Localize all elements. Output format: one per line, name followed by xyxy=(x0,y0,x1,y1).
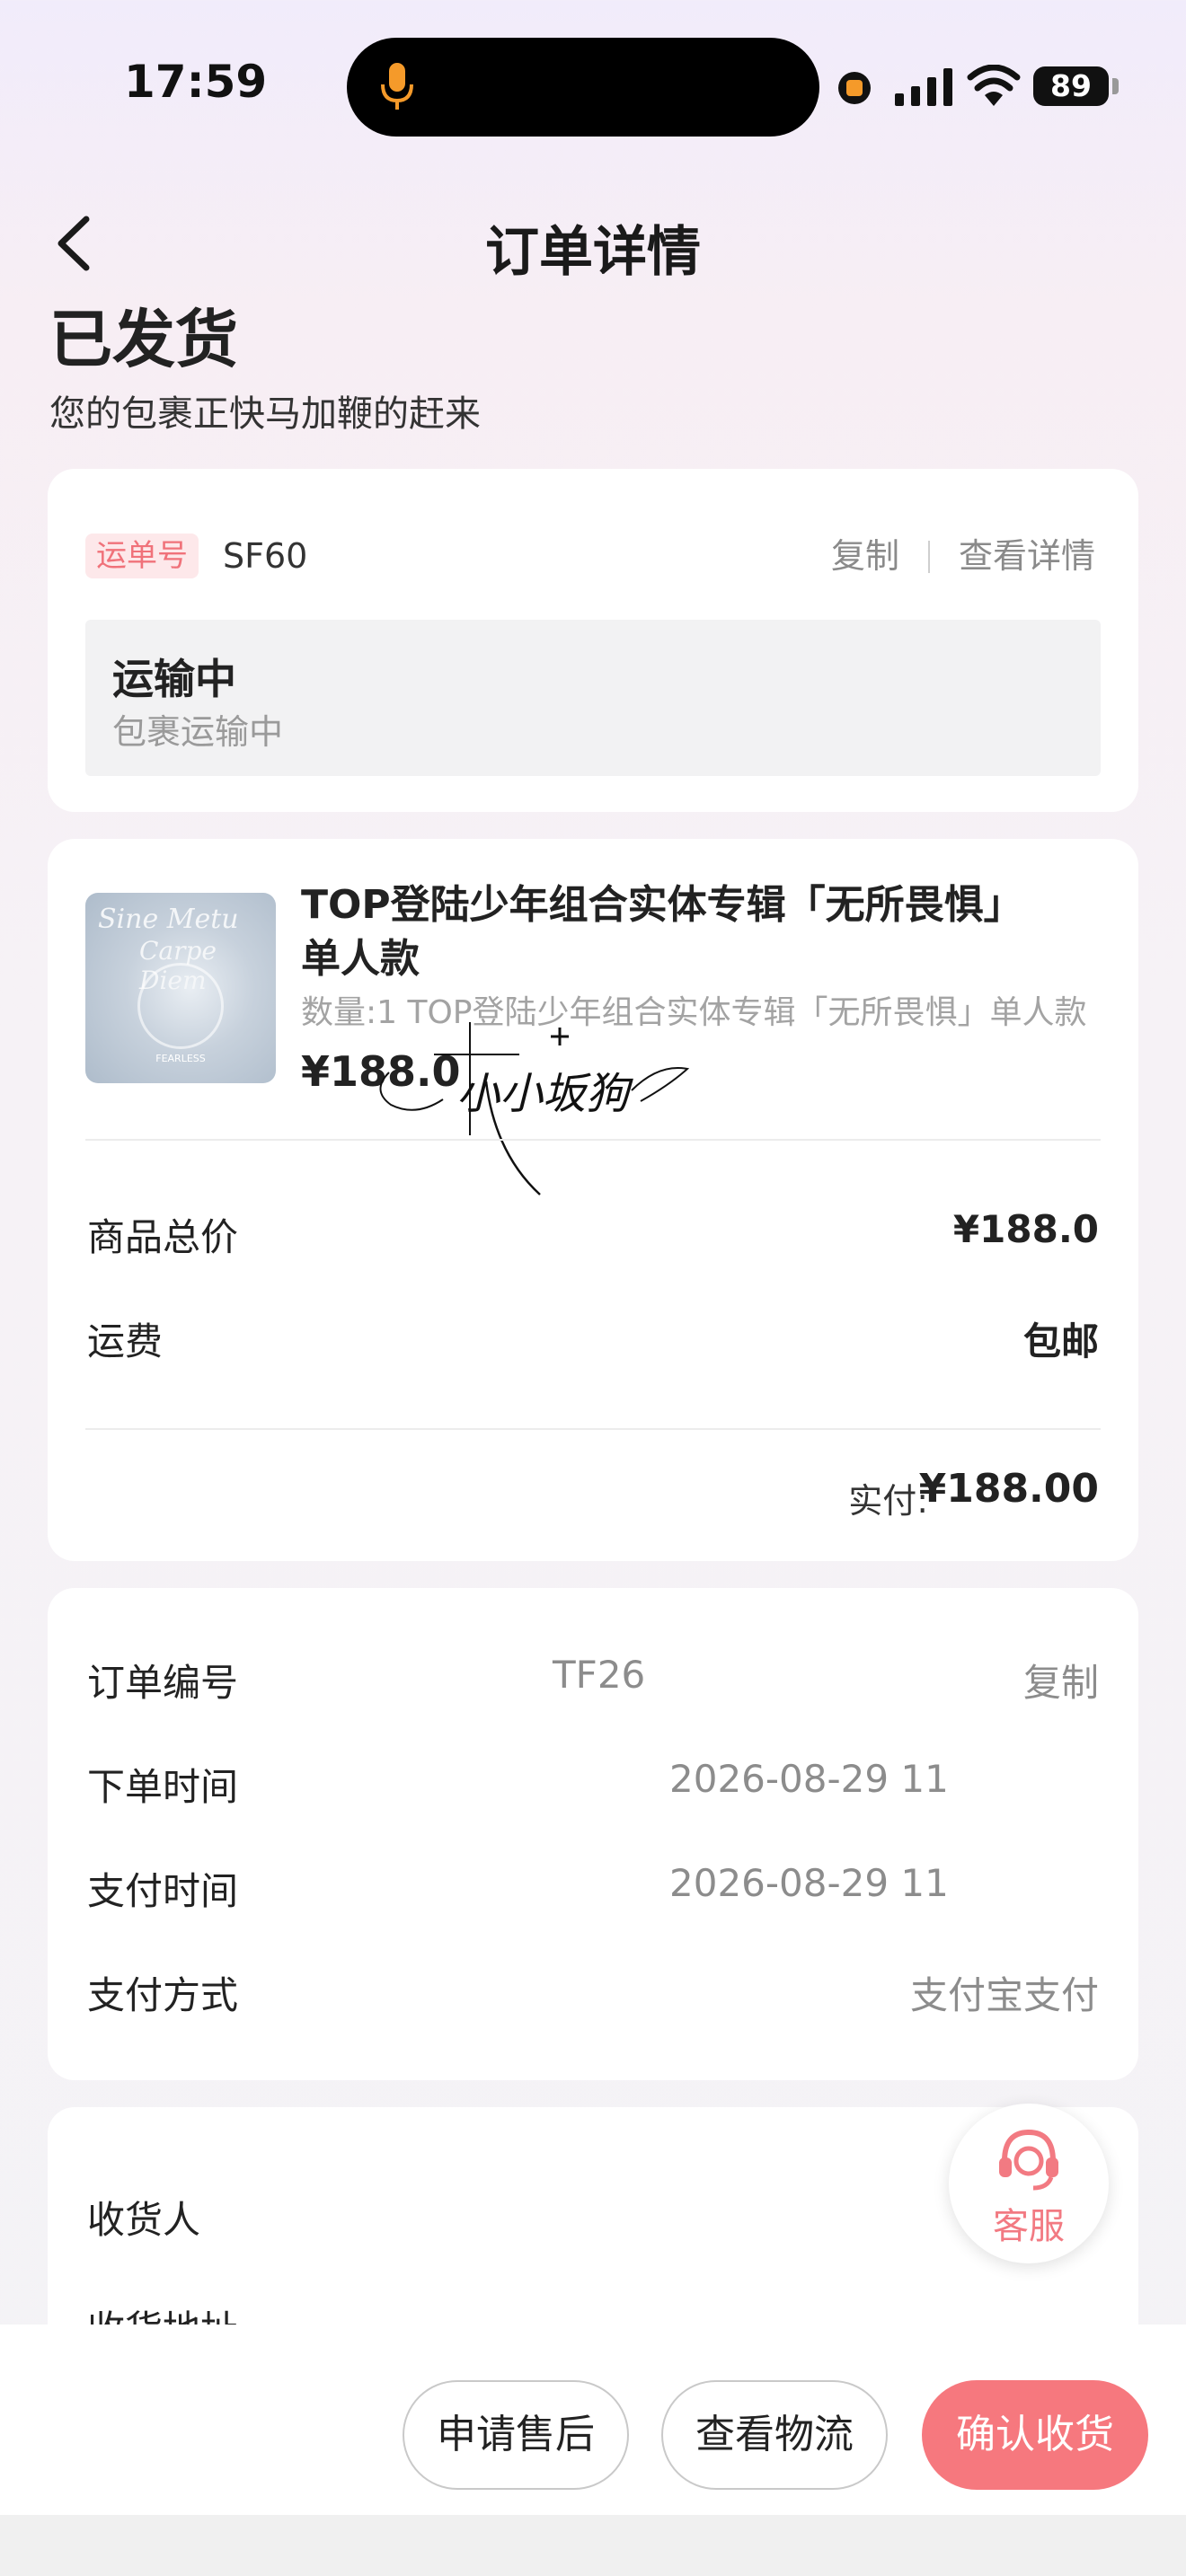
order-number-label: 订单编号 xyxy=(87,1661,239,1705)
transit-title: 运输中 xyxy=(112,655,236,703)
product-title[interactable]: TOP登陆少年组合实体专辑「无所畏惧」单人款 xyxy=(301,878,1038,986)
order-status-subtitle: 您的包裹正快马加鞭的赶来 xyxy=(49,393,481,435)
pay-time-label: 支付时间 xyxy=(87,1869,239,1913)
shipping-fee-label: 运费 xyxy=(87,1319,164,1363)
product-card: Sine Metu Carpe Diem FEARLESS TOP登陆少年组合实… xyxy=(48,839,1138,1561)
cellular-signal-icon xyxy=(895,68,952,106)
product-image-text: Sine Metu xyxy=(98,904,239,935)
product-image[interactable]: Sine Metu Carpe Diem FEARLESS xyxy=(85,893,276,1083)
shipping-fee-value: 包邮 xyxy=(1022,1319,1099,1363)
pay-method-label: 支付方式 xyxy=(87,1973,239,2017)
wifi-icon xyxy=(967,65,1021,106)
view-details-button[interactable]: 查看详情 xyxy=(959,534,1095,578)
customer-service-label: 客服 xyxy=(993,2206,1065,2247)
confirm-receipt-button[interactable]: 确认收货 xyxy=(922,2380,1148,2490)
total-price-value: ¥188.0 xyxy=(952,1207,1099,1251)
order-time-label: 下单时间 xyxy=(87,1765,239,1809)
headset-icon xyxy=(999,2129,1058,2191)
total-price-label: 商品总价 xyxy=(87,1215,239,1259)
order-status-title: 已发货 xyxy=(49,303,238,376)
transit-status-box[interactable]: 运输中 包裹运输中 xyxy=(85,620,1101,776)
customer-service-button[interactable]: 客服 xyxy=(949,2104,1109,2263)
order-number-value: TF26 xyxy=(553,1653,646,1697)
divider xyxy=(85,1428,1101,1430)
album-disc-shape xyxy=(137,963,224,1049)
recording-indicator-icon xyxy=(838,72,871,104)
transit-subtitle: 包裹运输中 xyxy=(112,712,284,752)
home-indicator-area xyxy=(0,2515,1186,2576)
view-logistics-button[interactable]: 查看物流 xyxy=(661,2380,888,2490)
divider xyxy=(928,541,930,573)
product-image-text: FEARLESS xyxy=(155,1053,206,1064)
paid-amount: ¥188.00 xyxy=(918,1466,1099,1512)
dynamic-island xyxy=(347,38,819,137)
battery-cap-icon xyxy=(1112,78,1119,94)
battery-level: 89 xyxy=(1033,66,1109,106)
divider xyxy=(85,1139,1101,1141)
pay-time-value: 2026-08-29 11 xyxy=(669,1861,949,1905)
order-info-card: 订单编号 TF26 复制 下单时间 2026-08-29 11 支付时间 202… xyxy=(48,1588,1138,2080)
watermark-text: 小小坂狗 xyxy=(456,1069,633,1119)
status-time: 17:59 xyxy=(124,56,268,108)
paid-label: 实付: xyxy=(848,1481,928,1521)
shipping-card: 运单号 SF60 复制 查看详情 运输中 包裹运输中 xyxy=(48,469,1138,812)
pay-method-value: 支付宝支付 xyxy=(909,1973,1099,2017)
waybill-number: SF60 xyxy=(223,536,308,576)
signature-watermark-icon: 小小坂狗 xyxy=(379,1022,690,1195)
after-sale-button[interactable]: 申请售后 xyxy=(403,2380,629,2490)
waybill-tag: 运单号 xyxy=(85,534,199,578)
microphone-icon xyxy=(381,63,413,110)
copy-order-number-button[interactable]: 复制 xyxy=(1023,1653,1099,1707)
copy-waybill-button[interactable]: 复制 xyxy=(831,534,899,578)
order-time-value: 2026-08-29 11 xyxy=(669,1757,949,1801)
page-title: 订单详情 xyxy=(485,221,701,284)
receiver-name-label: 收货人 xyxy=(87,2198,201,2242)
bottom-action-bar: 申请售后 查看物流 确认收货 xyxy=(0,2325,1186,2515)
